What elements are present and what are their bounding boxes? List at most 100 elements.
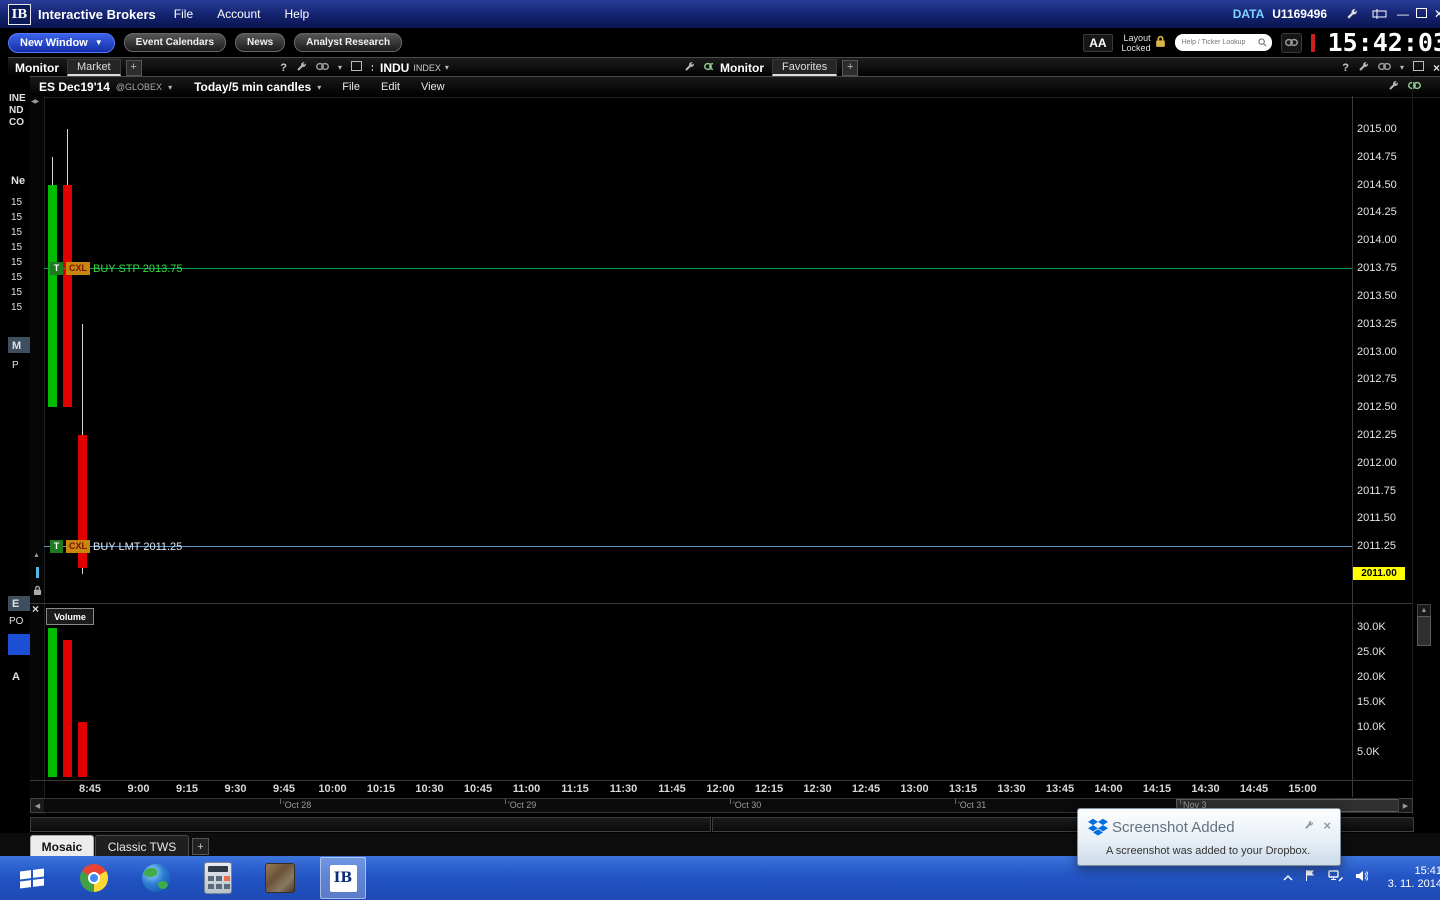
scrollbar-date-label: 'Oct 31 [958, 800, 986, 810]
time-axis-label: 11:00 [513, 783, 541, 795]
left-panel-fragment: Ne [11, 175, 25, 187]
left-panel-fragment: E [12, 598, 19, 610]
left-panel-fragment: 15 [11, 212, 22, 223]
cancel-order-button[interactable]: CXL [66, 262, 90, 275]
price-axis-label: 2012.00 [1357, 457, 1397, 469]
tray-clock[interactable]: 15:41 3. 11. 2014 [1388, 865, 1440, 891]
price-axis-label: 2012.75 [1357, 373, 1397, 385]
time-axis-label: 9:15 [176, 783, 198, 795]
add-workspace-button[interactable]: + [192, 838, 209, 855]
candle-body [63, 185, 72, 408]
tray-expand-icon[interactable] [1283, 869, 1293, 887]
calculator-taskbar-icon[interactable] [196, 858, 240, 898]
price-axis-label: 2012.25 [1357, 429, 1397, 441]
time-axis-label: 10:15 [367, 783, 395, 795]
time-axis-label: 11:15 [561, 783, 589, 795]
chart-content-layer: 2015.002014.752014.502014.252014.002013.… [0, 0, 1440, 900]
scrollbar-date-tick [280, 799, 281, 804]
price-axis-label: 2014.25 [1357, 206, 1397, 218]
time-axis-label: 10:00 [318, 783, 346, 795]
volume-axis-label: 30.0K [1357, 621, 1386, 633]
time-axis-label: 12:00 [706, 783, 734, 795]
left-panel-fragment: INE [9, 93, 26, 104]
notification-title: Screenshot Added [1112, 819, 1235, 836]
dropbox-notification[interactable]: Screenshot Added × A screenshot was adde… [1077, 808, 1341, 866]
start-button[interactable] [10, 858, 54, 898]
left-panel-fragment: 15 [11, 197, 22, 208]
scrollbar-date-label: 'Oct 30 [733, 800, 761, 810]
time-axis-label: 9:45 [273, 783, 295, 795]
time-axis-label: 12:30 [803, 783, 831, 795]
image-viewer-taskbar-icon[interactable] [258, 858, 302, 898]
time-axis-label: 12:15 [755, 783, 783, 795]
network-icon[interactable] [1328, 869, 1343, 887]
time-axis-label: 14:45 [1240, 783, 1268, 795]
time-axis-label: 9:00 [127, 783, 149, 795]
volume-bar [78, 722, 87, 777]
order-line [44, 546, 1352, 547]
left-panel-fragment: P [12, 360, 19, 371]
ib-tws-taskbar-icon[interactable]: IB [320, 857, 366, 899]
time-axis-label: 13:15 [949, 783, 977, 795]
order-label-row: TCXLBUY LMT 2011.25 [50, 540, 182, 553]
chrome-taskbar-icon[interactable] [72, 858, 116, 898]
volume-icon[interactable] [1355, 869, 1368, 887]
volume-axis-label: 15.0K [1357, 696, 1386, 708]
left-panel-fragment: ND [9, 105, 23, 116]
notification-options-icon[interactable] [1304, 817, 1314, 835]
cancel-order-button[interactable]: CXL [66, 540, 90, 553]
price-axis-label: 2013.25 [1357, 318, 1397, 330]
tray-date: 3. 11. 2014 [1388, 878, 1440, 891]
time-axis-label: 11:45 [658, 783, 686, 795]
earth-browser-taskbar-icon[interactable] [134, 858, 178, 898]
scrollbar-date-tick [1180, 799, 1181, 804]
tab-mosaic[interactable]: Mosaic [30, 835, 94, 857]
time-axis-label: 10:30 [415, 783, 443, 795]
price-axis-label: 2014.75 [1357, 151, 1397, 163]
price-axis-label: 2014.00 [1357, 234, 1397, 246]
price-axis-label: 2013.75 [1357, 262, 1397, 274]
time-axis-label: 13:45 [1046, 783, 1074, 795]
volume-axis-label: 25.0K [1357, 646, 1386, 658]
price-axis-label: 2013.00 [1357, 346, 1397, 358]
left-panel-fragment: CO [9, 117, 24, 128]
volume-bar [63, 640, 72, 778]
order-description: BUY LMT 2011.25 [93, 541, 182, 553]
screen: IB Interactive Brokers File Account Help… [0, 0, 1440, 900]
price-axis-label: 2012.50 [1357, 401, 1397, 413]
left-panel-fragment: M [12, 340, 21, 352]
notification-close-icon[interactable]: × [1323, 821, 1331, 831]
order-line [44, 268, 1352, 269]
time-axis-label: 15:00 [1288, 783, 1316, 795]
time-axis-label: 13:30 [997, 783, 1025, 795]
last-price-tag: 2011.00 [1353, 567, 1405, 580]
volume-axis-label: 20.0K [1357, 671, 1386, 683]
volume-axis-label: 10.0K [1357, 721, 1386, 733]
time-axis-label: 9:30 [224, 783, 246, 795]
scrollbar-date-label: 'Oct 28 [283, 800, 311, 810]
volume-bar [48, 628, 57, 777]
price-axis-label: 2011.75 [1357, 485, 1396, 497]
dropbox-icon [1088, 818, 1108, 837]
time-axis-label: 8:45 [79, 783, 101, 795]
transmit-order-button[interactable]: T [50, 262, 63, 275]
left-panel-fragment: 15 [11, 287, 22, 298]
action-center-icon[interactable] [1305, 869, 1316, 887]
price-axis-label: 2011.25 [1357, 540, 1396, 552]
price-axis-label: 2014.50 [1357, 179, 1397, 191]
time-axis-label: 14:00 [1094, 783, 1122, 795]
order-description: BUY STP 2013.75 [93, 263, 183, 275]
left-panel-fragment: 15 [11, 302, 22, 313]
left-panel-fragment: 15 [11, 272, 22, 283]
transmit-order-button[interactable]: T [50, 540, 63, 553]
scrollbar-date-tick [955, 799, 956, 804]
volume-axis-label: 5.0K [1357, 746, 1380, 758]
tray-time: 15:41 [1388, 865, 1440, 878]
time-axis-label: 12:45 [852, 783, 880, 795]
windows-logo-icon [20, 868, 44, 888]
tab-classic-tws[interactable]: Classic TWS [95, 835, 189, 857]
time-axis-label: 14:30 [1191, 783, 1219, 795]
price-axis-label: 2013.50 [1357, 290, 1397, 302]
left-panel-fragment: PO [9, 616, 23, 627]
left-panel-fragment: A [12, 671, 20, 683]
